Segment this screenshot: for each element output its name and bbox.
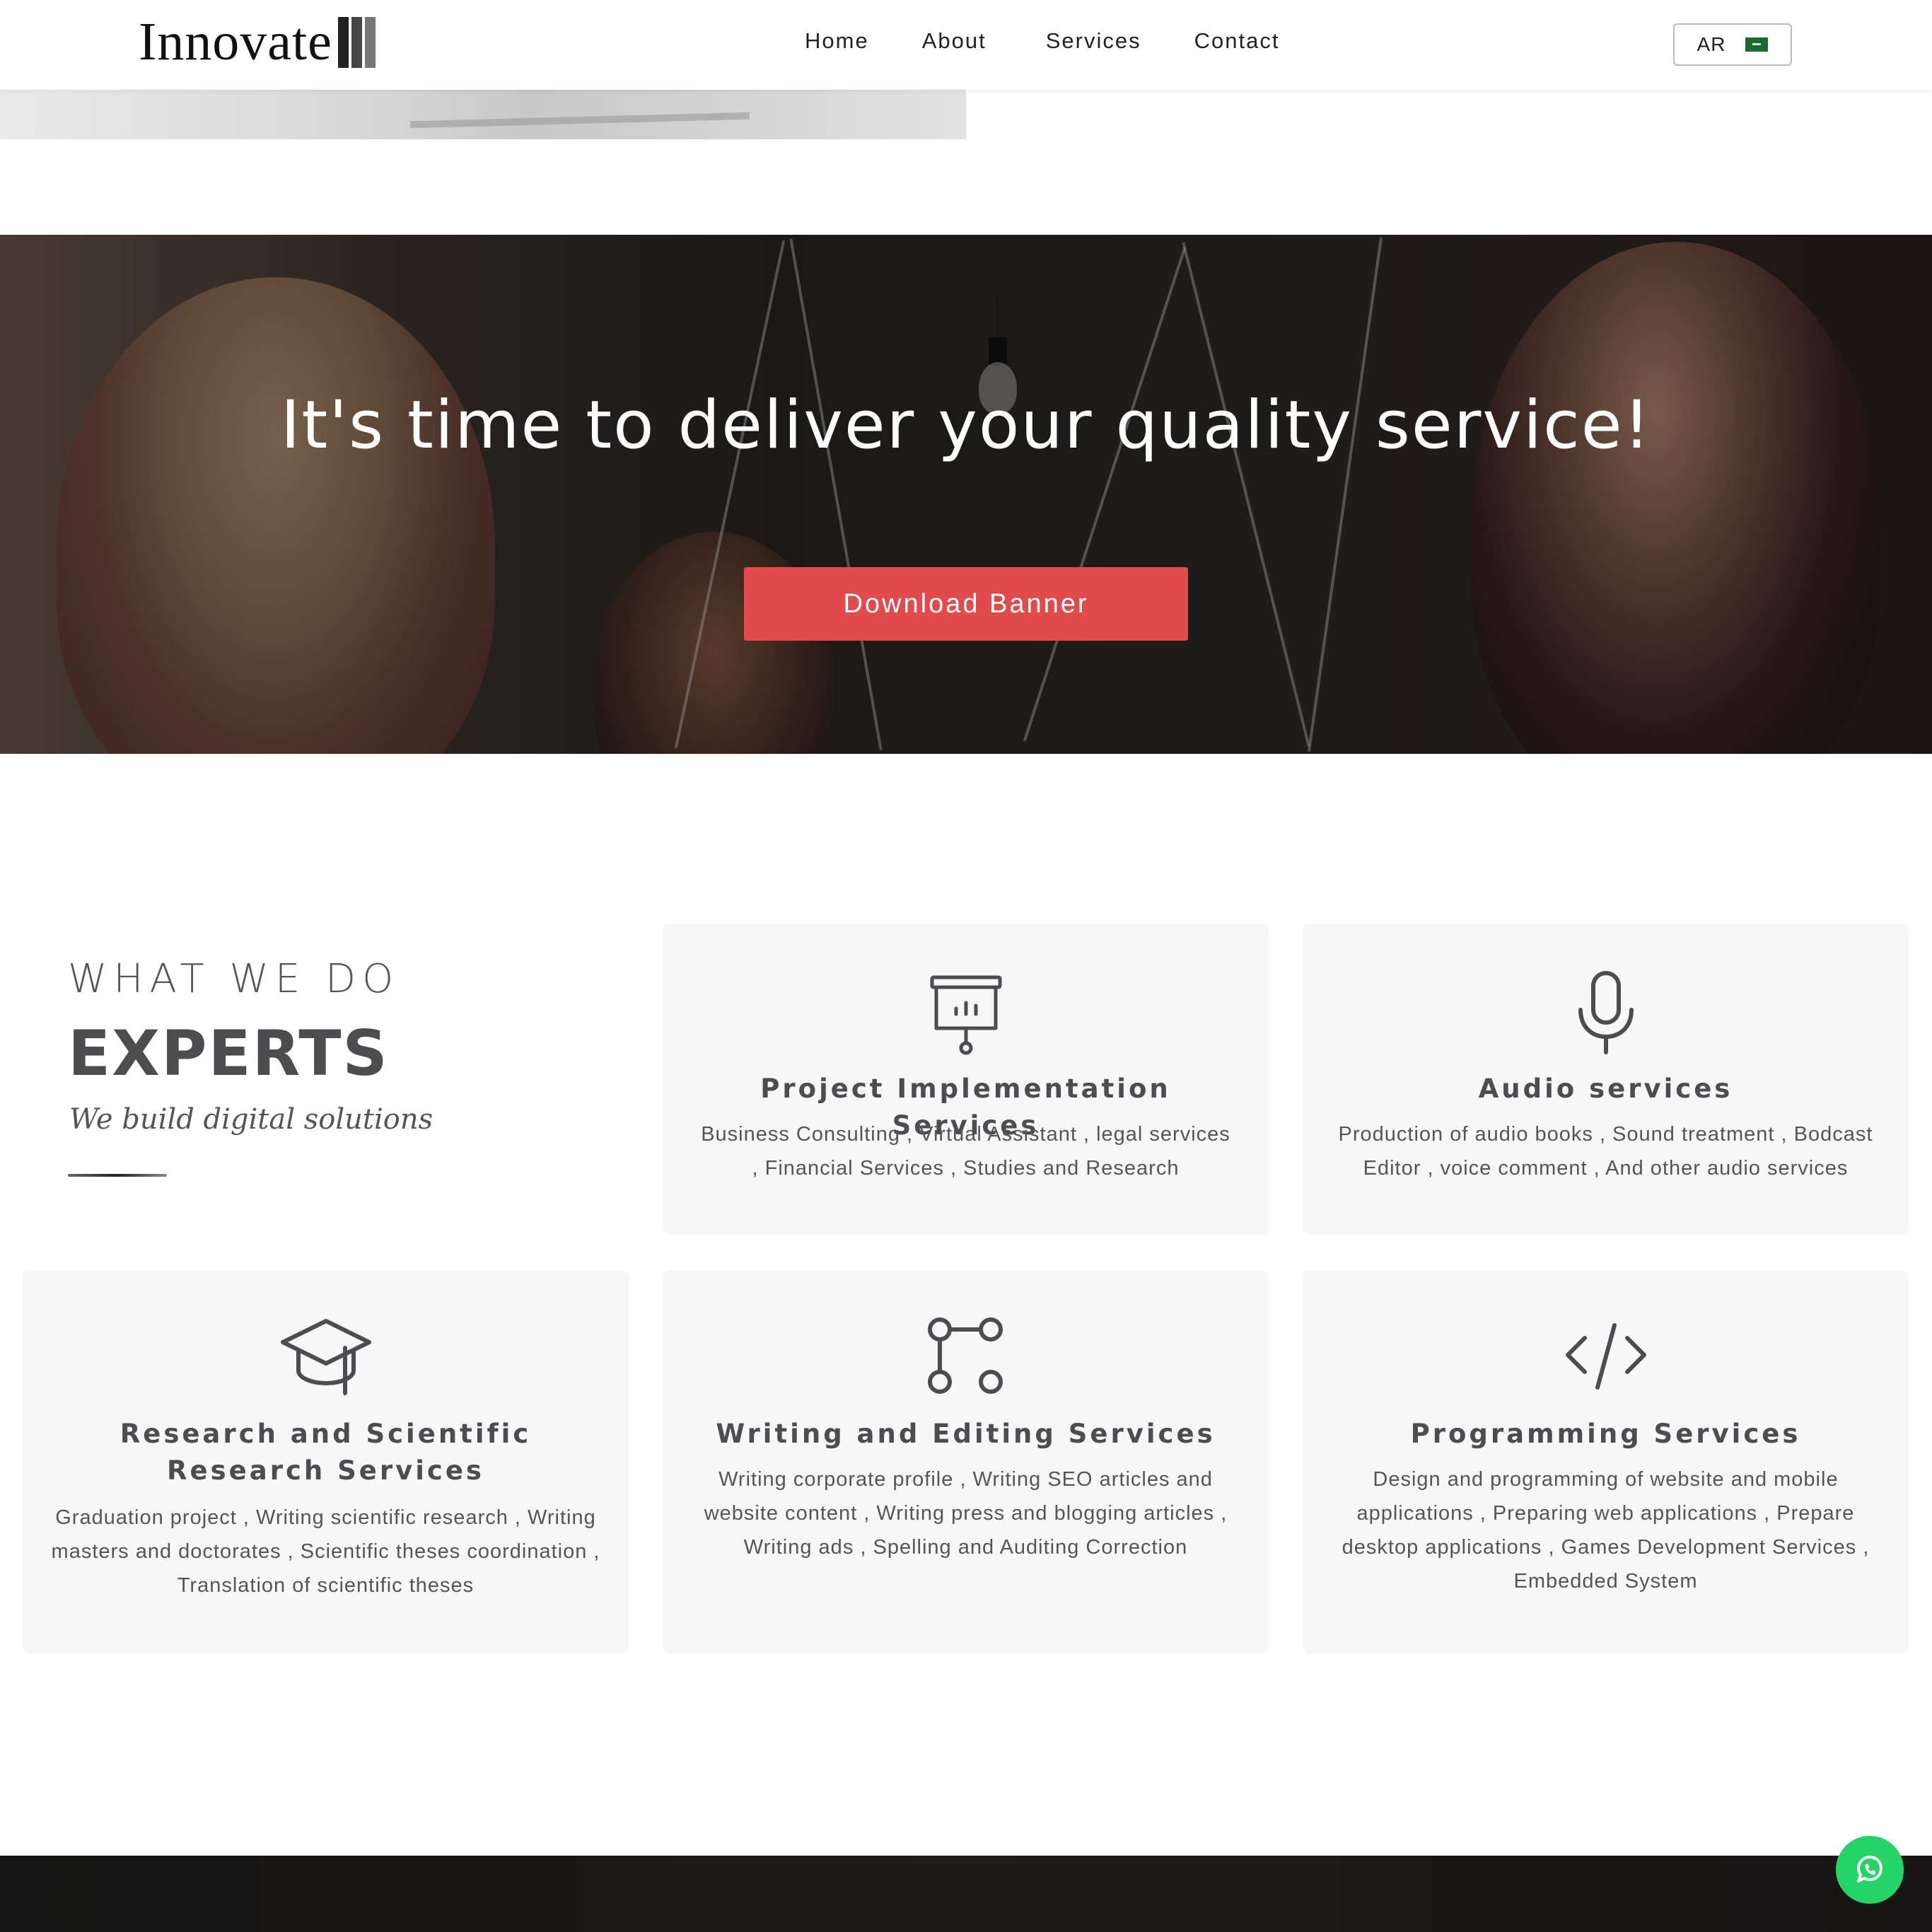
section-tagline: We build digital solutions	[69, 1103, 433, 1136]
banner-title: It's time to deliver your quality servic…	[280, 387, 1652, 464]
nav-services[interactable]: Services	[1046, 28, 1141, 54]
main-nav: Home About Services Contact	[805, 28, 1332, 54]
section-headline: EXPERTS	[68, 1017, 389, 1090]
logo-bars-icon	[337, 16, 378, 68]
language-label: AR	[1697, 33, 1726, 55]
git-branch-icon	[927, 1317, 1003, 1394]
service-description: Graduation project , Writing scientific …	[51, 1506, 600, 1597]
graduation-cap-icon	[280, 1319, 371, 1395]
service-description: Writing corporate profile , Writing SEO …	[704, 1468, 1228, 1559]
service-title: Writing and Editing Services	[716, 1419, 1216, 1449]
site-header: Innovate Home About Services Contact AR	[0, 0, 1932, 90]
service-card-programming[interactable]: Programming Services Design and programm…	[1303, 1270, 1909, 1653]
banner-overlay	[0, 235, 1932, 754]
service-card-project-implementation[interactable]: Project Implementation Services Business…	[663, 924, 1269, 1235]
presentation-board-icon	[930, 975, 1001, 1055]
service-card-audio[interactable]: Audio services Production of audio books…	[1303, 924, 1909, 1235]
code-icon	[1565, 1323, 1646, 1390]
logo-text: Innovate	[139, 12, 332, 71]
previous-section-image	[0, 90, 966, 139]
logo[interactable]: Innovate	[139, 10, 378, 74]
service-title: Programming Services	[1410, 1419, 1801, 1449]
whatsapp-button[interactable]	[1836, 1836, 1904, 1904]
next-section-background	[0, 1856, 1932, 1932]
section-divider	[68, 1174, 167, 1177]
microphone-icon	[1578, 971, 1634, 1054]
service-card-writing[interactable]: Writing and Editing Services Writing cor…	[663, 1270, 1269, 1653]
service-title: Audio services	[1478, 1073, 1733, 1104]
language-switch-button[interactable]: AR	[1673, 23, 1792, 66]
whatsapp-icon	[1857, 1856, 1882, 1882]
cta-banner	[0, 235, 1932, 754]
service-description: Design and programming of website and mo…	[1342, 1468, 1870, 1593]
service-card-research[interactable]: Research and Scientific Research Service…	[23, 1270, 629, 1653]
service-description: Production of audio books , Sound treatm…	[1338, 1123, 1873, 1180]
nav-about[interactable]: About	[922, 28, 987, 54]
nav-contact[interactable]: Contact	[1194, 28, 1280, 54]
service-title: Research and Scientific Research Service…	[120, 1419, 532, 1486]
nav-home[interactable]: Home	[805, 28, 869, 54]
saudi-flag-icon	[1745, 37, 1769, 52]
service-description: Business Consulting , Virtual Assistant …	[701, 1123, 1230, 1180]
download-banner-button[interactable]: Download Banner	[744, 567, 1188, 641]
section-eyebrow: WHAT WE DO	[68, 956, 400, 1002]
